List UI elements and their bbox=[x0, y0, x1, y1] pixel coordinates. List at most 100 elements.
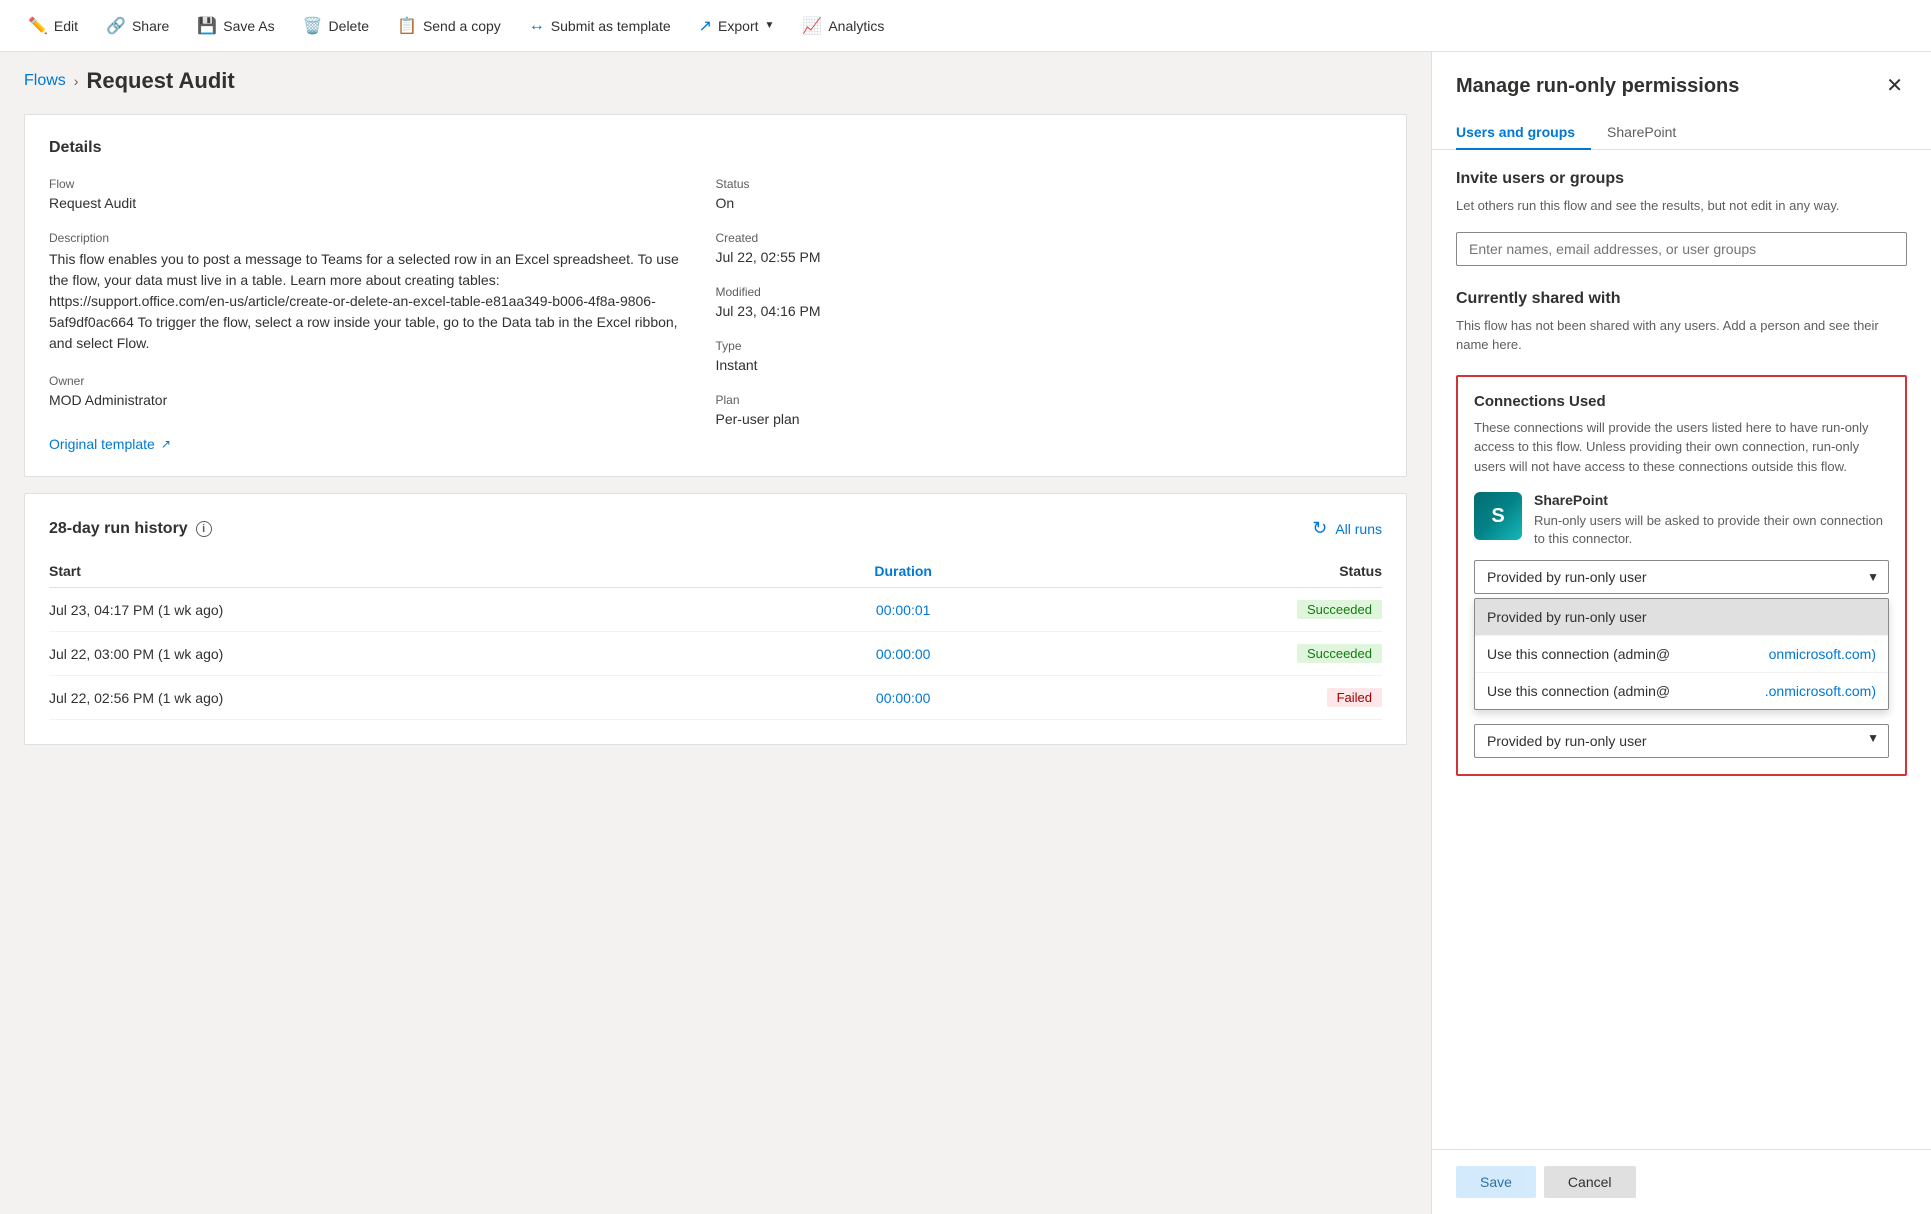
panel-title: Manage run-only permissions bbox=[1456, 75, 1739, 98]
cell-status: Succeeded bbox=[1024, 588, 1382, 632]
external-link-icon: ↗ bbox=[161, 437, 171, 451]
run-table: Start Duration Status Jul 23, 04:17 PM (… bbox=[49, 555, 1382, 720]
panel-content: Invite users or groups Let others run th… bbox=[1432, 150, 1931, 1149]
dropdown-option-admin1-domain: onmicrosoft.com) bbox=[1769, 646, 1876, 662]
flows-link[interactable]: Flows bbox=[24, 72, 66, 90]
dropdown-option-provided[interactable]: Provided by run-only user bbox=[1475, 599, 1888, 635]
share-label: Share bbox=[132, 18, 169, 34]
flow-label: Flow bbox=[49, 177, 684, 191]
status-label: Status bbox=[716, 177, 1383, 191]
connection-name: SharePoint bbox=[1534, 492, 1889, 508]
edit-icon: ✏️ bbox=[28, 16, 48, 36]
tab-sharepoint[interactable]: SharePoint bbox=[1607, 116, 1692, 150]
export-button[interactable]: ↗ Export ▼ bbox=[687, 10, 787, 42]
table-row: Jul 22, 03:00 PM (1 wk ago) 00:00:00 Suc… bbox=[49, 632, 1382, 676]
tab-users-groups[interactable]: Users and groups bbox=[1456, 116, 1591, 150]
dropdown-option-admin2[interactable]: Use this connection (admin@ .onmicrosoft… bbox=[1475, 672, 1888, 709]
created-section: Created Jul 22, 02:55 PM bbox=[716, 231, 1383, 265]
cell-start: Jul 22, 03:00 PM (1 wk ago) bbox=[49, 632, 782, 676]
panel-header: Manage run-only permissions ✕ bbox=[1432, 52, 1931, 100]
sharepoint-icon: S bbox=[1474, 492, 1522, 540]
status-badge: Succeeded bbox=[1297, 644, 1382, 663]
flow-name-heading: Request Audit bbox=[86, 68, 234, 94]
col-status: Status bbox=[1024, 555, 1382, 588]
edit-label: Edit bbox=[54, 18, 78, 34]
share-icon: 🔗 bbox=[106, 16, 126, 36]
connection-note: Run-only users will be asked to provide … bbox=[1534, 512, 1889, 548]
connection-dropdown-wrapper: Provided by run-only user Use this conne… bbox=[1474, 560, 1889, 594]
save-as-button[interactable]: 💾 Save As bbox=[185, 10, 286, 42]
description-value: This flow enables you to post a message … bbox=[49, 249, 684, 354]
invite-description: Let others run this flow and see the res… bbox=[1456, 196, 1907, 216]
cell-status: Failed bbox=[1024, 676, 1382, 720]
owner-section: Owner MOD Administrator bbox=[49, 374, 684, 408]
send-copy-button[interactable]: 📋 Send a copy bbox=[385, 10, 513, 42]
cell-duration: 00:00:00 bbox=[782, 676, 1024, 720]
delete-button[interactable]: 🗑️ Delete bbox=[291, 10, 381, 42]
dropdown-option-admin2-prefix: Use this connection (admin@ bbox=[1487, 683, 1670, 699]
cell-start: Jul 23, 04:17 PM (1 wk ago) bbox=[49, 588, 782, 632]
refresh-button[interactable]: ↻ bbox=[1312, 518, 1327, 539]
send-copy-icon: 📋 bbox=[397, 16, 417, 36]
run-history-card: 28-day run history i ↻ All runs Start Du… bbox=[24, 493, 1407, 745]
main-layout: Flows › Request Audit Details Flow Reque… bbox=[0, 52, 1931, 1214]
connection-second-dropdown[interactable]: Provided by run-only user Use this conne… bbox=[1474, 724, 1889, 758]
panel-tabs: Users and groups SharePoint bbox=[1432, 116, 1931, 150]
submit-template-label: Submit as template bbox=[551, 18, 671, 34]
dropdown-option-admin1[interactable]: Use this connection (admin@ onmicrosoft.… bbox=[1475, 635, 1888, 672]
status-badge: Succeeded bbox=[1297, 600, 1382, 619]
modified-value: Jul 23, 04:16 PM bbox=[716, 303, 1383, 319]
share-button[interactable]: 🔗 Share bbox=[94, 10, 181, 42]
currently-shared-heading: Currently shared with bbox=[1456, 290, 1907, 308]
edit-button[interactable]: ✏️ Edit bbox=[16, 10, 90, 42]
cancel-button[interactable]: Cancel bbox=[1544, 1166, 1636, 1198]
created-value: Jul 22, 02:55 PM bbox=[716, 249, 1383, 265]
history-title-text: 28-day run history bbox=[49, 520, 188, 538]
analytics-button[interactable]: 📈 Analytics bbox=[790, 10, 896, 42]
type-label: Type bbox=[716, 339, 1383, 353]
status-value: On bbox=[716, 195, 1383, 211]
info-icon[interactable]: i bbox=[196, 521, 212, 537]
plan-value: Per-user plan bbox=[716, 411, 1383, 427]
currently-shared-desc: This flow has not been shared with any u… bbox=[1456, 316, 1907, 355]
table-row: Jul 22, 02:56 PM (1 wk ago) 00:00:00 Fai… bbox=[49, 676, 1382, 720]
details-title: Details bbox=[49, 139, 1382, 157]
dropdown-option-admin2-domain: .onmicrosoft.com) bbox=[1765, 683, 1876, 699]
cell-duration: 00:00:00 bbox=[782, 632, 1024, 676]
close-button[interactable]: ✕ bbox=[1882, 72, 1907, 100]
right-panel: Manage run-only permissions ✕ Users and … bbox=[1431, 52, 1931, 1214]
type-value: Instant bbox=[716, 357, 1383, 373]
submit-template-icon: ↔ bbox=[529, 17, 545, 35]
invite-input[interactable] bbox=[1456, 232, 1907, 266]
connection-second-dropdown-wrapper: Provided by run-only user Use this conne… bbox=[1474, 718, 1889, 758]
history-header: 28-day run history i ↻ All runs bbox=[49, 518, 1382, 539]
analytics-label: Analytics bbox=[828, 18, 884, 34]
type-section: Type Instant bbox=[716, 339, 1383, 373]
delete-label: Delete bbox=[329, 18, 369, 34]
all-runs-link[interactable]: All runs bbox=[1335, 521, 1382, 537]
dropdown-open-menu: Provided by run-only user Use this conne… bbox=[1474, 598, 1889, 710]
description-label: Description bbox=[49, 231, 684, 245]
description-section: Description This flow enables you to pos… bbox=[49, 231, 684, 354]
table-row: Jul 23, 04:17 PM (1 wk ago) 00:00:01 Suc… bbox=[49, 588, 1382, 632]
owner-label: Owner bbox=[49, 374, 684, 388]
connection-info: SharePoint Run-only users will be asked … bbox=[1534, 492, 1889, 548]
table-header-row: Start Duration Status bbox=[49, 555, 1382, 588]
submit-template-button[interactable]: ↔ Submit as template bbox=[517, 11, 683, 41]
save-button[interactable]: Save bbox=[1456, 1166, 1536, 1198]
history-actions: ↻ All runs bbox=[1312, 518, 1382, 539]
currently-shared-section: Currently shared with This flow has not … bbox=[1456, 290, 1907, 355]
owner-value: MOD Administrator bbox=[49, 392, 684, 408]
details-right: Status On Created Jul 22, 02:55 PM Modif… bbox=[716, 177, 1383, 452]
original-template-link[interactable]: Original template ↗ bbox=[49, 436, 171, 452]
details-card: Details Flow Request Audit Description T… bbox=[24, 114, 1407, 477]
plan-section: Plan Per-user plan bbox=[716, 393, 1383, 427]
history-title: 28-day run history i bbox=[49, 520, 212, 538]
dropdown-option-admin1-prefix: Use this connection (admin@ bbox=[1487, 646, 1670, 662]
connections-description: These connections will provide the users… bbox=[1474, 418, 1889, 477]
send-copy-label: Send a copy bbox=[423, 18, 501, 34]
panel-footer: Save Cancel bbox=[1432, 1149, 1931, 1214]
flow-value: Request Audit bbox=[49, 195, 684, 211]
status-badge: Failed bbox=[1327, 688, 1382, 707]
connection-dropdown[interactable]: Provided by run-only user Use this conne… bbox=[1474, 560, 1889, 594]
